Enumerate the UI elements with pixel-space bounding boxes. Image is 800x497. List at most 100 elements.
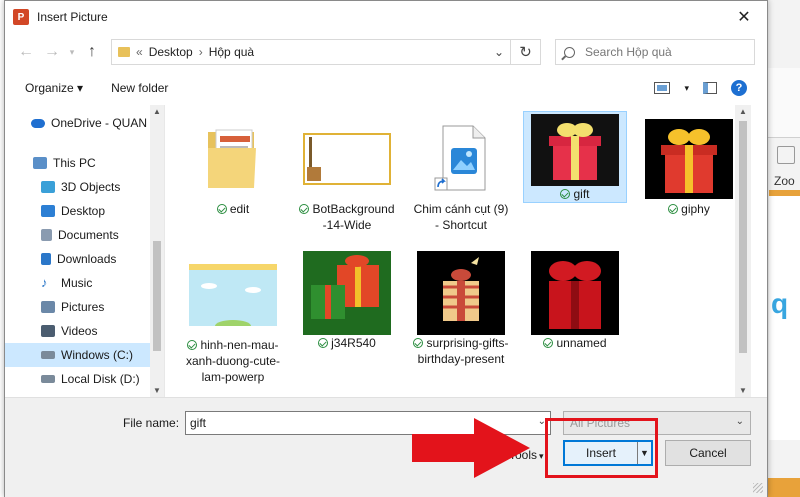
file-item-unnamed[interactable]: unnamed — [525, 247, 625, 351]
scroll-thumb[interactable] — [153, 241, 161, 351]
file-item-giphy[interactable]: giphy — [639, 113, 739, 217]
preview-pane-icon[interactable] — [703, 82, 717, 94]
drive-icon — [41, 351, 55, 359]
search-icon — [564, 46, 575, 58]
file-name-label: File name: — [123, 416, 180, 430]
image-thumbnail — [189, 264, 277, 326]
sync-status-icon — [543, 338, 554, 348]
sidebar-item-local-disk-d[interactable]: Local Disk (D:) — [5, 367, 164, 391]
gift-thumbnail — [531, 114, 619, 186]
gift-thumbnail — [417, 251, 505, 335]
file-name: surprising-gifts-birthday-present — [417, 336, 509, 366]
computer-icon — [33, 157, 47, 169]
file-name: edit — [229, 202, 250, 216]
browser-area: OneDrive - QUAN This PC 3D Objects Deskt… — [5, 105, 767, 397]
folder-icon — [118, 47, 130, 57]
annotation-arrow-icon — [412, 418, 530, 478]
organize-button[interactable]: Organize ▾ — [25, 81, 83, 95]
sidebar-item-desktop[interactable]: Desktop — [5, 199, 164, 223]
navigation-bar: ← → ▾ ↑ « Desktop › Hộp quà ⌄ ↻ Search H… — [5, 33, 767, 71]
sidebar-item-documents[interactable]: Documents — [5, 223, 164, 247]
file-name: Chim cánh cụt (9) - Shortcut — [413, 202, 509, 232]
help-icon[interactable]: ? — [731, 80, 747, 96]
dialog-title: Insert Picture — [37, 10, 108, 24]
slide-text: q — [771, 288, 789, 319]
file-name: BotBackground-14-Wide — [312, 202, 395, 232]
back-arrow-icon[interactable]: ← — [13, 43, 39, 61]
chevron-right-icon[interactable]: › — [199, 45, 203, 59]
desktop-icon — [41, 205, 55, 217]
sync-status-icon — [413, 338, 424, 348]
file-name: gift — [573, 187, 590, 201]
breadcrumb-desktop[interactable]: Desktop — [149, 45, 193, 59]
scroll-down-icon[interactable]: ▼ — [739, 386, 747, 395]
breadcrumb-overflow[interactable]: « — [136, 45, 143, 59]
recent-dropdown-icon[interactable]: ▾ — [65, 47, 79, 58]
gift-thumbnail — [303, 251, 391, 335]
file-item-edit[interactable]: edit — [183, 113, 283, 217]
file-item-hinh-nen[interactable]: hinh-nen-mau-xanh-duong-cute-lam-powerp — [183, 249, 283, 385]
folder-icon — [208, 129, 256, 188]
cloud-icon — [31, 118, 45, 128]
sync-status-icon — [318, 338, 329, 348]
view-dropdown-icon[interactable]: ▾ — [684, 83, 689, 94]
sidebar-scrollbar[interactable]: ▲ ▼ — [150, 105, 164, 397]
sync-status-icon — [668, 204, 679, 214]
file-list-scrollbar[interactable]: ▲ ▼ — [735, 105, 751, 397]
sidebar-item-windows-c[interactable]: Windows (C:) — [5, 343, 164, 367]
up-arrow-icon[interactable]: ↑ — [79, 43, 105, 61]
powerpoint-icon: P — [13, 9, 29, 25]
file-name-value: gift — [190, 416, 207, 430]
command-bar: Organize ▾ New folder ▾ ? — [5, 71, 767, 105]
sidebar-item-onedrive[interactable]: OneDrive - QUAN — [5, 111, 164, 135]
chevron-down-icon[interactable]: ⌄ — [736, 416, 744, 427]
file-name: j34R540 — [331, 336, 376, 350]
file-item-botbackground[interactable]: BotBackground-14-Wide — [297, 113, 397, 233]
pictures-icon — [41, 301, 55, 313]
scroll-down-icon[interactable]: ▼ — [153, 386, 161, 395]
sync-status-icon — [560, 189, 571, 199]
file-item-chim-canh-cut[interactable]: Chim cánh cụt (9) - Shortcut — [411, 113, 511, 233]
resize-grip[interactable] — [753, 483, 763, 493]
sidebar-item-pictures[interactable]: Pictures — [5, 295, 164, 319]
cancel-button[interactable]: Cancel — [665, 440, 751, 466]
sidebar-item-this-pc[interactable]: This PC — [5, 151, 164, 175]
scroll-thumb[interactable] — [739, 121, 747, 353]
close-button[interactable]: ✕ — [721, 1, 767, 33]
sidebar-item-3d-objects[interactable]: 3D Objects — [5, 175, 164, 199]
change-view-icon[interactable] — [654, 82, 671, 94]
gift-thumbnail — [531, 251, 619, 335]
chevron-down-icon[interactable]: ⌄ — [488, 45, 510, 59]
search-input[interactable]: Search Hộp quà — [555, 39, 755, 65]
address-bar[interactable]: « Desktop › Hộp quà ⌄ — [111, 39, 511, 65]
file-name: unnamed — [556, 336, 607, 350]
disk-icon — [41, 375, 55, 383]
new-folder-button[interactable]: New folder — [111, 81, 168, 95]
image-file-shortcut-icon — [434, 125, 486, 191]
file-name: giphy — [681, 202, 710, 216]
gift-thumbnail — [645, 119, 733, 199]
file-item-j34r540[interactable]: j34R540 — [297, 247, 397, 351]
background-app: Zoo q — [766, 0, 800, 497]
sidebar-item-music[interactable]: ♪ Music — [5, 271, 164, 295]
ribbon: Zoo — [767, 68, 800, 188]
document-icon — [41, 229, 52, 241]
music-icon: ♪ — [41, 275, 48, 290]
breadcrumb-hop-qua[interactable]: Hộp quà — [209, 45, 254, 59]
slide-bar — [767, 478, 800, 497]
refresh-button[interactable]: ↻ — [511, 39, 541, 65]
video-icon — [41, 325, 55, 337]
file-item-gift[interactable]: gift — [523, 111, 627, 203]
search-placeholder: Search Hộp quà — [585, 45, 672, 59]
scroll-up-icon[interactable]: ▲ — [739, 107, 747, 116]
sidebar-item-videos[interactable]: Videos — [5, 319, 164, 343]
file-item-surprising-gifts[interactable]: surprising-gifts-birthday-present — [411, 247, 511, 367]
sync-status-icon — [299, 204, 310, 214]
zoom-icon — [777, 146, 795, 164]
scroll-up-icon[interactable]: ▲ — [153, 107, 161, 116]
title-bar: P Insert Picture ✕ — [5, 1, 767, 33]
zoom-label: Zoo — [774, 174, 795, 188]
sidebar-item-downloads[interactable]: Downloads — [5, 247, 164, 271]
cube-icon — [41, 181, 55, 193]
forward-arrow-icon[interactable]: → — [39, 43, 65, 61]
